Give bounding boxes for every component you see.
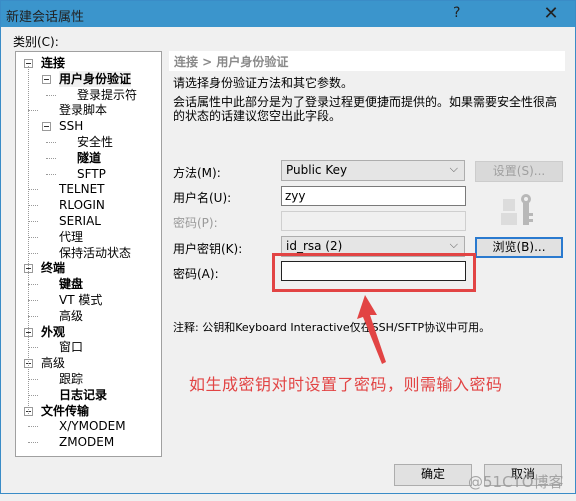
annotation-arrow-icon [357, 295, 386, 364]
annotation-text: 如生成密钥对时设置了密码，则需输入密码 [189, 375, 503, 394]
ok-button[interactable]: 确定 [394, 464, 472, 486]
watermark: @51CTO博客 [468, 473, 564, 491]
dialog-window: 新建会话属性 ? ✕ 类别(C): 连接 用户身份验证 登录提示符 登录脚本 SSH 安全… [0, 0, 576, 494]
